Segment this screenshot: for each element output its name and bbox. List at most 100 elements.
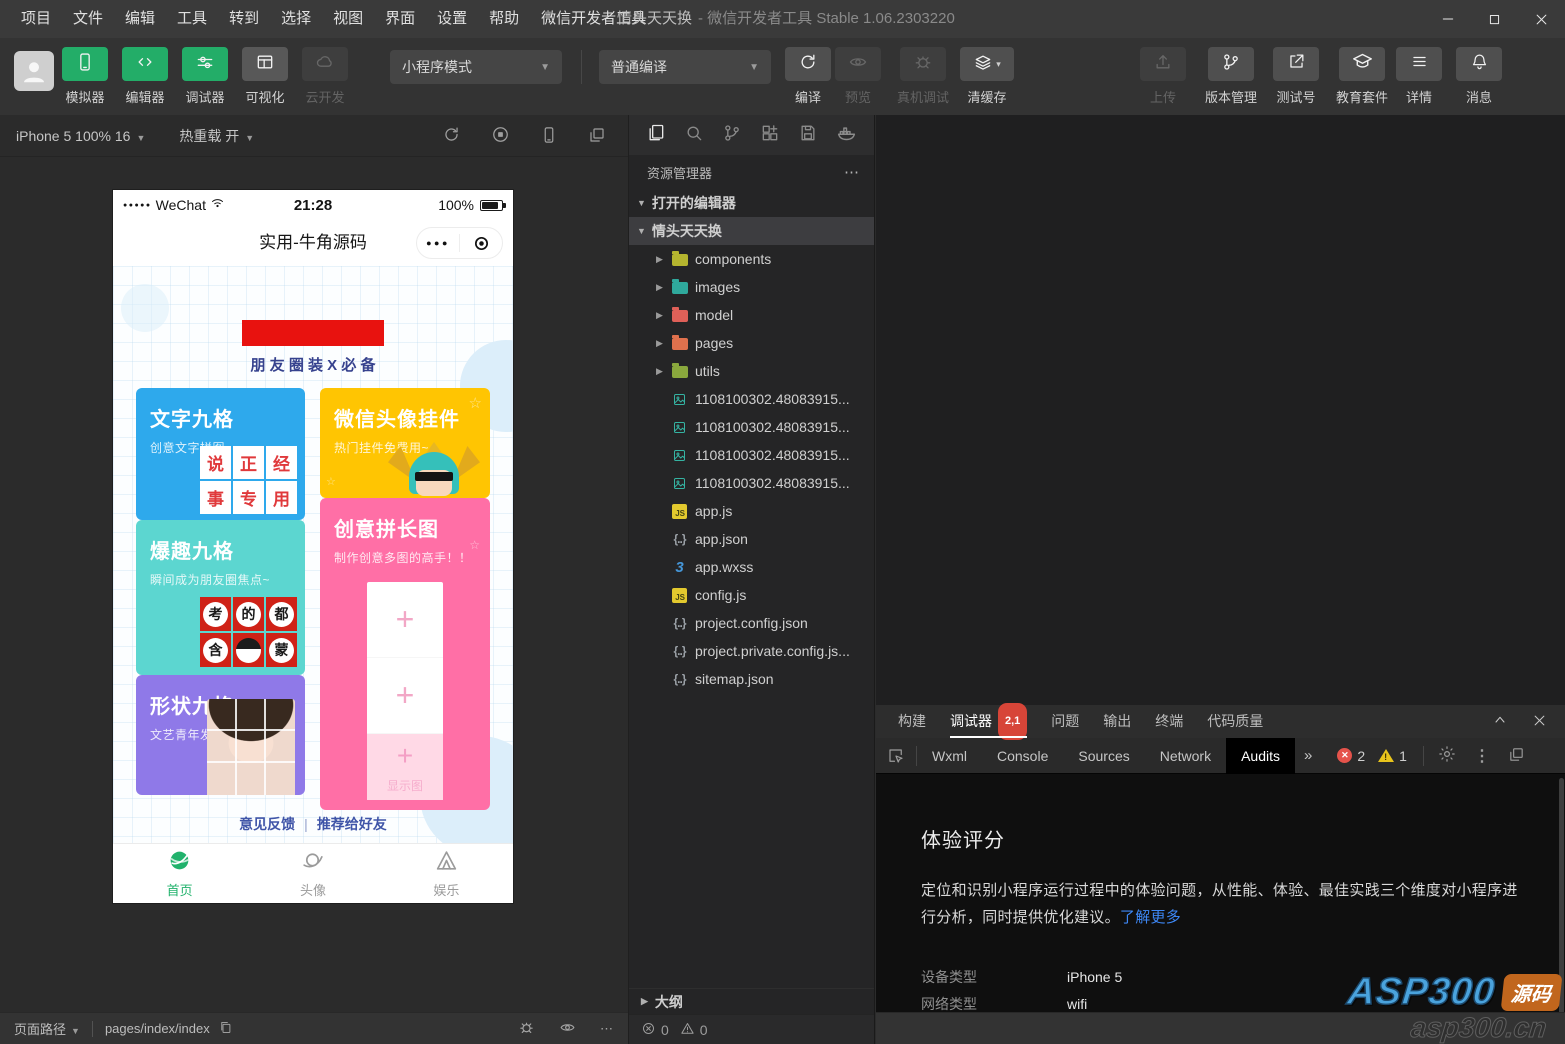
clear-cache-button[interactable]: ▾ 清缓存	[960, 47, 1014, 106]
tree-item-file[interactable]: 1108100302.48083915...	[629, 441, 874, 469]
devtools-settings-icon[interactable]	[1438, 745, 1456, 766]
user-avatar[interactable]	[14, 51, 54, 91]
files-icon[interactable]	[646, 123, 666, 148]
error-count-icon[interactable]: ✕	[1337, 748, 1353, 763]
tab-code-quality[interactable]: 代码质量	[1195, 705, 1275, 738]
tab-debugger[interactable]: 调试器 2,1	[938, 703, 1039, 740]
tree-item-file[interactable]: {..} sitemap.json	[629, 665, 874, 693]
tree-item-file[interactable]: {..} project.private.config.js...	[629, 637, 874, 665]
git-branch-icon[interactable]	[722, 123, 742, 148]
menu-view[interactable]: 视图	[322, 0, 374, 38]
tree-item-folder[interactable]: ▶ components	[629, 245, 874, 273]
compile-mode-select[interactable]: 普通编译 ▼	[599, 50, 771, 84]
outline-section[interactable]: ▶ 大纲	[629, 988, 874, 1014]
edu-suite-button[interactable]: 教育套件	[1326, 47, 1398, 106]
tab-output[interactable]: 输出	[1091, 705, 1143, 738]
restart-icon[interactable]	[442, 125, 461, 147]
tab-build[interactable]: 构建	[886, 705, 938, 738]
details-button[interactable]: 详情	[1396, 47, 1442, 106]
menu-settings[interactable]: 设置	[426, 0, 478, 38]
device-selector[interactable]: iPhone 5 100% 16 ▼	[16, 128, 145, 144]
vconsole-icon[interactable]	[518, 1019, 535, 1039]
close-panel-icon[interactable]	[1532, 713, 1547, 731]
menu-goto[interactable]: 转到	[218, 0, 270, 38]
menu-edit[interactable]: 编辑	[114, 0, 166, 38]
tab-avatar[interactable]: 头像	[246, 844, 379, 903]
more-icon[interactable]: ⋯	[600, 1021, 614, 1037]
hot-reload-toggle[interactable]: 热重载 开 ▼	[179, 126, 254, 146]
promo-banner[interactable]	[242, 320, 384, 346]
card-fun-nine-grid[interactable]: 爆趣九格 瞬间成为朋友圈焦点~ 考 的 都 含 蒙	[136, 520, 305, 675]
debugger-toggle[interactable]: 调试器	[182, 47, 228, 106]
page-path-selector[interactable]: 页面路径 ▼	[14, 1019, 80, 1038]
tree-item-file[interactable]: {..} app.json	[629, 525, 874, 553]
tree-item-file[interactable]: 1108100302.48083915...	[629, 385, 874, 413]
detach-window-icon[interactable]	[588, 126, 606, 147]
warning-count-icon[interactable]	[1378, 749, 1395, 762]
card-shape-nine-grid[interactable]: 形状九格 文艺青年发图专属	[136, 675, 305, 795]
tree-item-folder[interactable]: ▶ pages	[629, 329, 874, 357]
tab-fun[interactable]: 娱乐	[380, 844, 513, 903]
inspect-element-icon[interactable]	[876, 747, 916, 765]
tab-home[interactable]: 首页	[113, 844, 246, 903]
more-menu-button[interactable]: ●●●	[417, 238, 459, 248]
close-button[interactable]	[1518, 0, 1565, 38]
save-icon[interactable]	[798, 123, 818, 148]
devtab-sources[interactable]: Sources	[1063, 738, 1144, 774]
recommend-link[interactable]: 推荐给好友	[317, 816, 387, 832]
menu-interface[interactable]: 界面	[374, 0, 426, 38]
devtab-audits[interactable]: Audits	[1226, 737, 1296, 774]
card-avatar-pendant[interactable]: 微信头像挂件 热门挂件免费用~ ☆ ☆	[320, 388, 490, 498]
more-tabs-icon[interactable]: »	[1295, 747, 1321, 764]
copy-path-icon[interactable]	[218, 1020, 233, 1038]
visual-toggle[interactable]: 可视化	[242, 47, 288, 106]
menu-tools[interactable]: 工具	[166, 0, 218, 38]
project-root[interactable]: ▼ 情头天天换	[629, 217, 874, 245]
collapse-panel-icon[interactable]	[1492, 712, 1508, 731]
kebab-menu-icon[interactable]: ⋮	[1474, 746, 1490, 766]
docker-whale-icon[interactable]	[836, 122, 857, 148]
menu-file[interactable]: 文件	[62, 0, 114, 38]
tab-problems[interactable]: 问题	[1039, 705, 1091, 738]
simulator-toggle[interactable]: 模拟器	[62, 47, 108, 106]
feedback-link[interactable]: 意见反馈	[239, 816, 295, 832]
test-account-button[interactable]: 测试号	[1263, 47, 1329, 106]
sticker-tiles: 考 的 都 含 蒙	[200, 597, 297, 667]
tree-item-file[interactable]: 1108100302.48083915...	[629, 413, 874, 441]
tree-item-file[interactable]: JS app.js	[629, 497, 874, 525]
mode-select[interactable]: 小程序模式 ▼	[390, 50, 562, 84]
menu-project[interactable]: 项目	[10, 0, 62, 38]
search-icon[interactable]	[684, 123, 704, 148]
tree-item-file[interactable]: 3 app.wxss	[629, 553, 874, 581]
card-text-nine-grid[interactable]: 文字九格 创意文字拼图 说正经 事专用	[136, 388, 305, 520]
open-editors-section[interactable]: ▼ 打开的编辑器	[629, 189, 874, 217]
messages-button[interactable]: 消息	[1456, 47, 1502, 106]
undock-icon[interactable]	[1508, 746, 1525, 766]
tree-item-file[interactable]: JS config.js	[629, 581, 874, 609]
devtab-console[interactable]: Console	[982, 738, 1063, 774]
menu-select[interactable]: 选择	[270, 0, 322, 38]
devtab-wxml[interactable]: Wxml	[917, 738, 982, 774]
tree-item-file[interactable]: 1108100302.48083915...	[629, 469, 874, 497]
compile-button[interactable]: 编译	[785, 47, 831, 106]
more-actions-icon[interactable]: ⋯	[844, 163, 860, 181]
tree-item-folder[interactable]: ▶ images	[629, 273, 874, 301]
visibility-icon[interactable]	[559, 1019, 576, 1039]
stop-icon[interactable]	[491, 125, 510, 147]
tab-terminal[interactable]: 终端	[1143, 705, 1195, 738]
extensions-icon[interactable]	[760, 123, 780, 148]
minimize-button[interactable]	[1424, 0, 1471, 38]
tree-item-folder[interactable]: ▶ utils	[629, 357, 874, 385]
minimize-capsule-button[interactable]	[460, 235, 502, 252]
menu-help[interactable]: 帮助	[478, 0, 530, 38]
card-long-picture[interactable]: 创意拼长图 制作创意多图的高手！！ ☆ + + + 显示图	[320, 498, 490, 810]
editor-toggle[interactable]: 编辑器	[122, 47, 168, 106]
devtab-network[interactable]: Network	[1145, 738, 1226, 774]
tree-item-folder[interactable]: ▶ model	[629, 301, 874, 329]
phone-frame-icon[interactable]	[540, 126, 558, 147]
tree-item-file[interactable]: {..} project.config.json	[629, 609, 874, 637]
version-manage-button[interactable]: 版本管理	[1195, 47, 1267, 106]
problems-summary[interactable]: 0 0	[629, 1014, 874, 1044]
maximize-button[interactable]	[1471, 0, 1518, 38]
learn-more-link[interactable]: 了解更多	[1120, 909, 1181, 926]
